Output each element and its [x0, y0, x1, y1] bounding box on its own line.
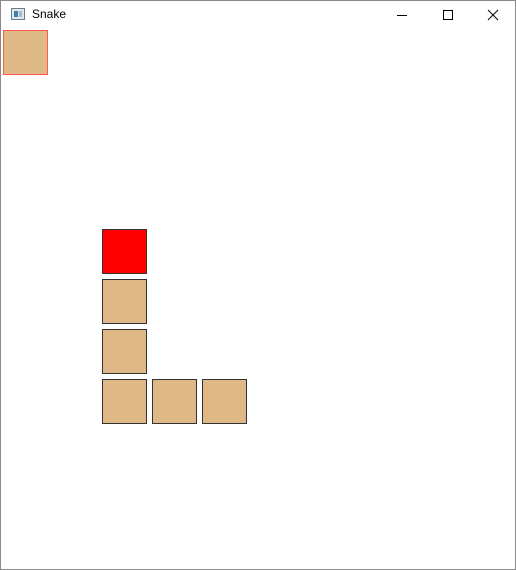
- minimize-button[interactable]: [379, 1, 425, 28]
- snake-body-segment: [152, 379, 197, 424]
- game-window: Snake: [0, 0, 516, 570]
- food-pellet: [3, 30, 48, 75]
- snake-tail: [202, 379, 247, 424]
- title-bar[interactable]: Snake: [1, 1, 515, 28]
- close-icon: [487, 9, 499, 20]
- snake-body-segment: [102, 329, 147, 374]
- close-button[interactable]: [470, 1, 516, 28]
- maximize-button[interactable]: [425, 1, 471, 28]
- app-window-icon: [11, 8, 25, 20]
- snake-body-segment: [102, 279, 147, 324]
- game-board: [2, 29, 515, 569]
- minimize-icon: [397, 14, 407, 16]
- snake-head: [102, 229, 147, 274]
- snake-body-segment: [102, 379, 147, 424]
- maximize-icon: [443, 9, 453, 20]
- window-title: Snake: [32, 7, 67, 21]
